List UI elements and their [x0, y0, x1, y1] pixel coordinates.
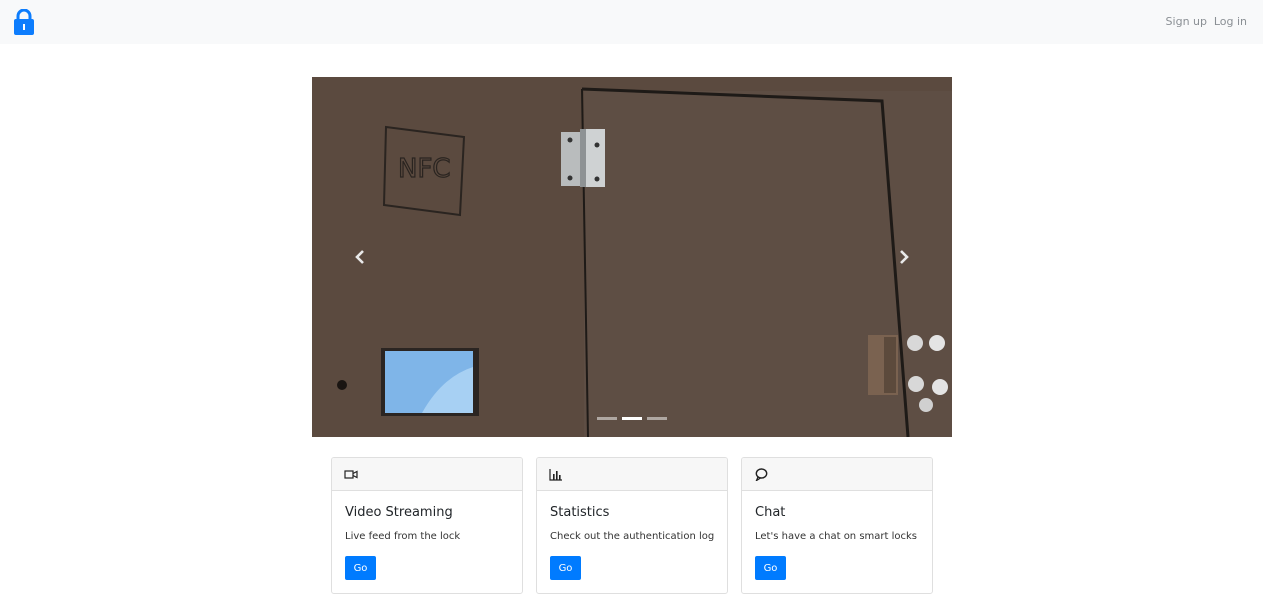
navbar: Sign up Log in — [0, 0, 1263, 44]
card-text: Live feed from the lock — [345, 531, 461, 542]
video-streaming-go-button[interactable]: Go — [345, 556, 376, 580]
card-text: Let's have a chat on smart locks — [755, 531, 918, 542]
card-title: Video Streaming — [345, 505, 453, 520]
video-streaming-card: Video Streaming Live feed from the lock … — [331, 457, 523, 594]
photo-nfc-text: NFC — [398, 154, 451, 184]
card-title: Statistics — [550, 505, 610, 520]
carousel-slide-image: NFC — [312, 77, 952, 437]
carousel-indicator-2[interactable] — [622, 417, 642, 420]
brand-lock-icon[interactable] — [12, 8, 36, 35]
carousel-indicator-1[interactable] — [597, 417, 617, 420]
chevron-left-icon — [355, 250, 364, 264]
image-carousel: NFC — [312, 77, 952, 437]
chat-card: Chat Let's have a chat on smart locks Go — [741, 457, 933, 594]
card-header — [332, 458, 522, 491]
carousel-indicator-3[interactable] — [647, 417, 667, 420]
signup-link[interactable]: Sign up — [1166, 15, 1207, 28]
video-camera-icon — [344, 470, 358, 479]
chat-bubble-icon — [755, 468, 768, 481]
chat-go-button[interactable]: Go — [755, 556, 786, 580]
login-link[interactable]: Log in — [1214, 15, 1247, 28]
card-header — [537, 458, 727, 491]
carousel-next-button[interactable] — [884, 227, 924, 287]
card-text: Check out the authentication log — [550, 531, 715, 542]
card-title: Chat — [755, 505, 786, 520]
chevron-right-icon — [900, 250, 909, 264]
bar-chart-icon — [549, 469, 562, 481]
carousel-indicators — [312, 417, 952, 420]
carousel-prev-button[interactable] — [340, 227, 380, 287]
statistics-card: Statistics Check out the authentication … — [536, 457, 728, 594]
card-header — [742, 458, 932, 491]
statistics-go-button[interactable]: Go — [550, 556, 581, 580]
